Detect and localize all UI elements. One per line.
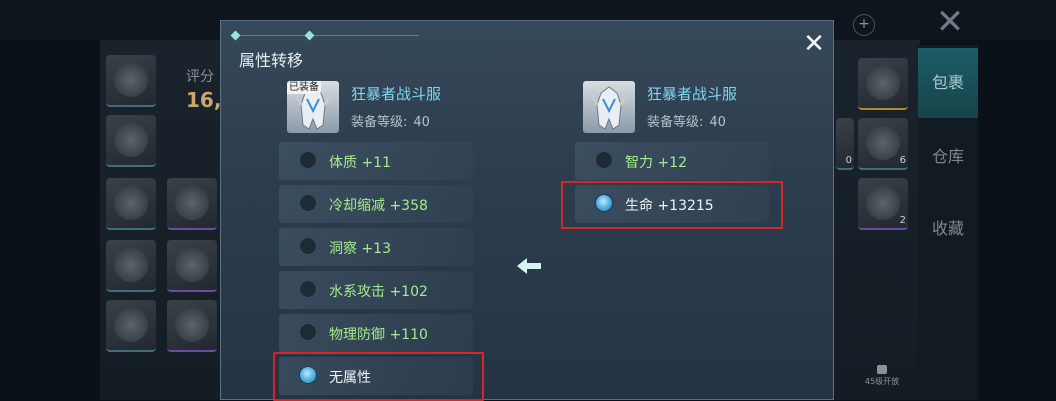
attribute-label: 物理防御 +110 xyxy=(329,327,428,343)
equipment-slot[interactable] xyxy=(106,240,156,292)
attribute-label: 水系攻击 +102 xyxy=(329,284,428,300)
item-count: 6 xyxy=(899,155,906,166)
title-decoration-line xyxy=(233,35,419,36)
radio-button-icon[interactable] xyxy=(299,323,317,341)
lock-text: 45级开放 xyxy=(864,377,900,386)
source-item-name: 狂暴者战斗服 xyxy=(351,85,442,103)
source-item-header: 已装备 狂暴者战斗服 装备等级: 40 xyxy=(287,81,487,137)
score-label: 评分 xyxy=(186,69,214,85)
equipment-slot[interactable] xyxy=(167,300,217,352)
attribute-label: 体质 +11 xyxy=(329,155,391,171)
tab-favorites[interactable]: 收藏 xyxy=(918,194,978,264)
decoration-diamond-icon xyxy=(304,30,315,41)
attribute-label: 洞察 +13 xyxy=(329,241,391,257)
inventory-slot[interactable]: 2 xyxy=(858,178,908,230)
radio-button-icon[interactable] xyxy=(299,194,317,212)
radio-button-icon[interactable] xyxy=(299,151,317,169)
selection-highlight-box xyxy=(561,181,783,229)
attribute-label: 智力 +12 xyxy=(625,155,687,171)
arrow-left-icon xyxy=(517,258,541,274)
equipped-tag: 已装备 xyxy=(287,81,321,94)
tab-warehouse[interactable]: 仓库 xyxy=(918,122,978,192)
close-button[interactable]: ✕ xyxy=(799,29,829,59)
source-attribute-option[interactable]: 物理防御 +110 xyxy=(279,314,473,352)
equipment-slot[interactable] xyxy=(167,178,217,230)
equipment-slot[interactable] xyxy=(106,300,156,352)
inventory-slot[interactable]: 6 xyxy=(858,118,908,170)
radio-button-icon[interactable] xyxy=(299,237,317,255)
lock-icon xyxy=(877,365,887,374)
attribute-label: 冷却缩减 +358 xyxy=(329,198,428,214)
item-count: 0 xyxy=(845,155,852,166)
target-item-level: 装备等级: 40 xyxy=(647,115,726,130)
source-attribute-option[interactable]: 体质 +11 xyxy=(279,142,473,180)
tab-bag[interactable]: 包裹 xyxy=(918,48,978,118)
target-item-header: 狂暴者战斗服 装备等级: 40 xyxy=(583,81,783,137)
add-currency-button[interactable]: + xyxy=(853,14,875,36)
source-attribute-option[interactable]: 洞察 +13 xyxy=(279,228,473,266)
attribute-transfer-dialog: 属性转移 ✕ 已装备 狂暴者战斗服 装备等级: 40 狂暴者战斗服 装备等级: 40 xyxy=(220,20,834,401)
locked-slot: 45级开放 xyxy=(862,365,902,387)
armor-item-icon[interactable] xyxy=(583,81,635,133)
source-attribute-option[interactable]: 冷却缩减 +358 xyxy=(279,185,473,223)
item-count: 2 xyxy=(899,215,906,226)
dialog-title: 属性转移 xyxy=(239,51,304,70)
equipment-slot[interactable] xyxy=(106,55,156,107)
target-item-name: 狂暴者战斗服 xyxy=(647,85,738,103)
radio-button-icon[interactable] xyxy=(595,151,613,169)
equipment-slot[interactable] xyxy=(167,240,217,292)
equipment-slot[interactable] xyxy=(106,115,156,167)
background-close-icon[interactable]: ✕ xyxy=(920,0,980,45)
source-attribute-option[interactable]: 水系攻击 +102 xyxy=(279,271,473,309)
decoration-diamond-icon xyxy=(230,30,241,41)
source-item-level: 装备等级: 40 xyxy=(351,115,430,130)
inventory-slot[interactable]: 0 xyxy=(836,118,854,170)
radio-button-icon[interactable] xyxy=(299,280,317,298)
equipment-slot[interactable] xyxy=(106,178,156,230)
armor-item-icon[interactable]: 已装备 xyxy=(287,81,339,133)
selection-highlight-box xyxy=(273,352,484,401)
target-attribute-option[interactable]: 智力 +12 xyxy=(575,142,769,180)
inventory-slot[interactable] xyxy=(858,58,908,110)
